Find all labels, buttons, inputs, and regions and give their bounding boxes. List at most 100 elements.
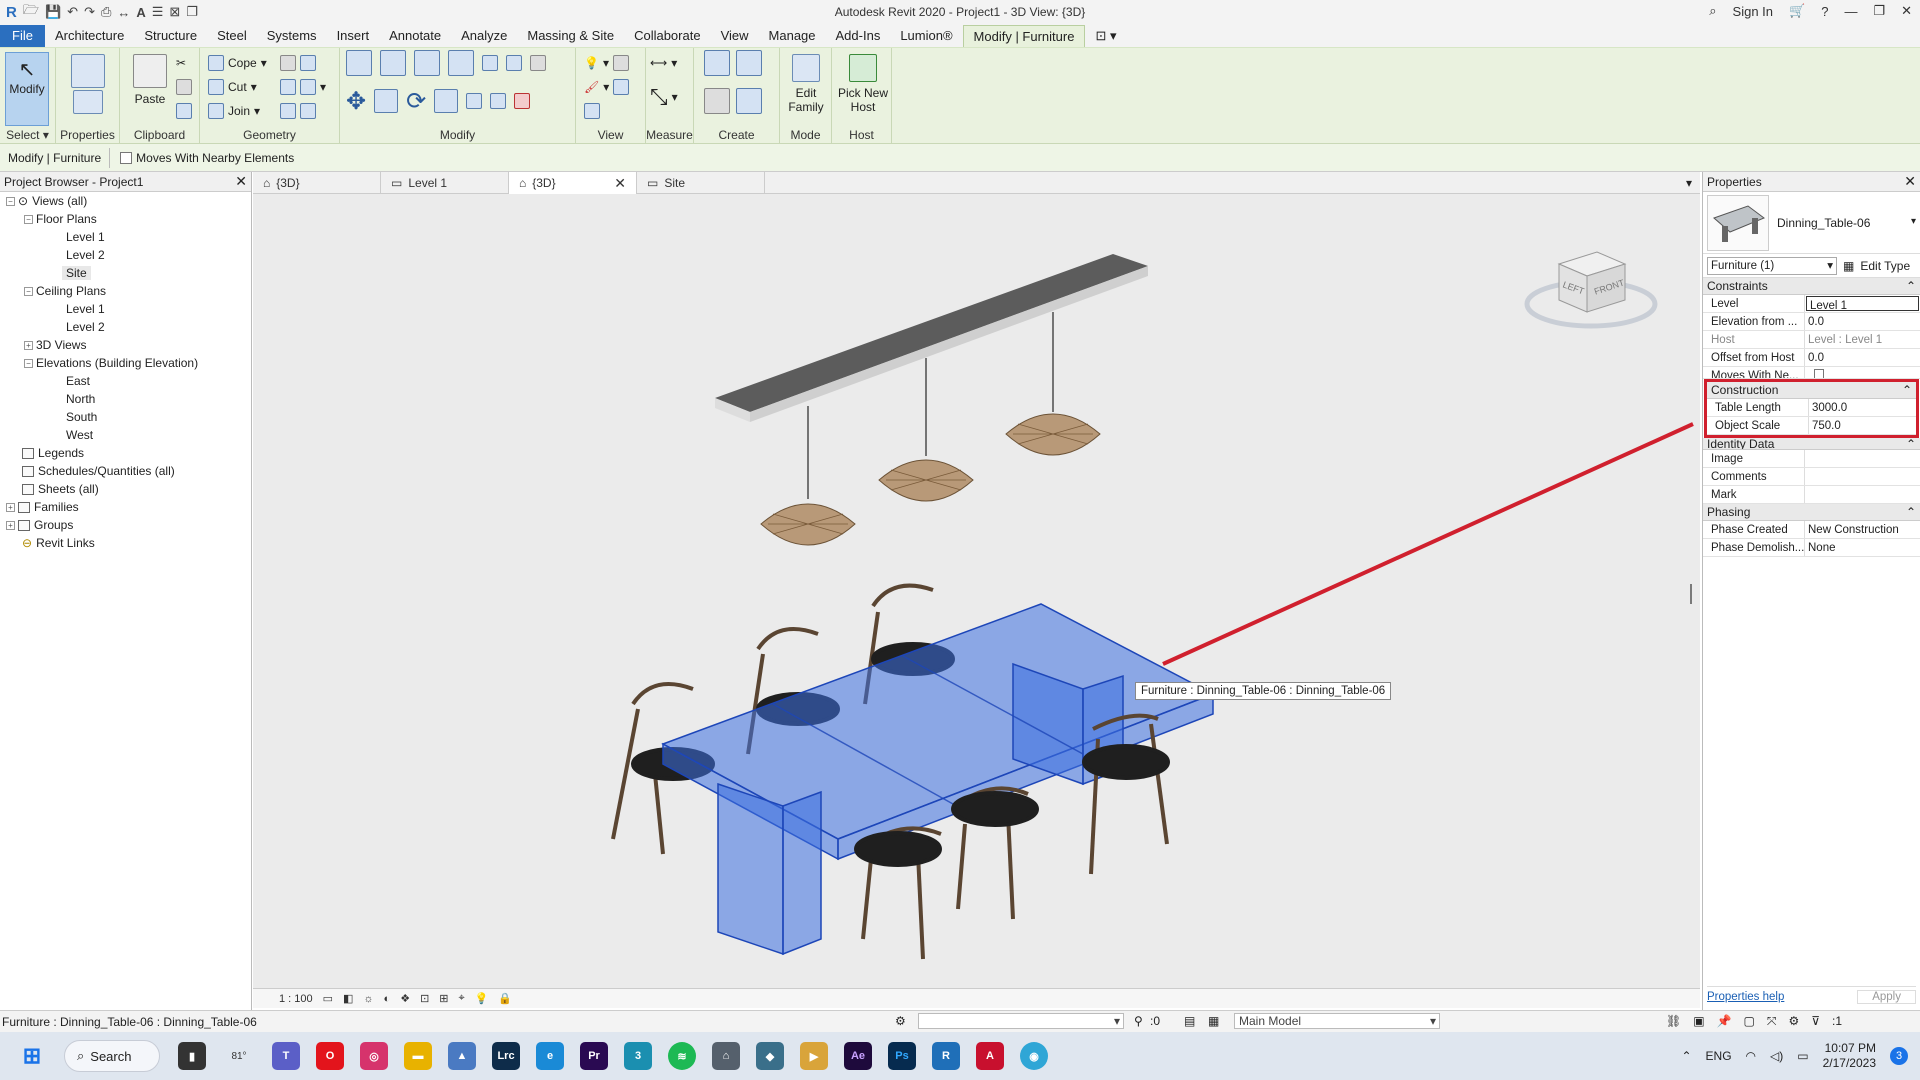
close-tab-icon[interactable]: ✕: [614, 172, 626, 194]
tree-item-north[interactable]: North: [0, 390, 251, 408]
offset-icon[interactable]: [380, 50, 406, 76]
type-selector[interactable]: Dinning_Table-06 ▾: [1703, 192, 1920, 254]
type-properties-icon[interactable]: [73, 90, 103, 114]
select-links-icon[interactable]: ⛓: [1666, 1014, 1681, 1029]
tree-item-schedules[interactable]: Schedules/Quantities (all): [0, 462, 251, 480]
tab-modify-furniture[interactable]: Modify | Furniture: [962, 25, 1086, 47]
select-pinned-icon[interactable]: 📌: [1717, 1014, 1732, 1029]
lock-view-icon[interactable]: 🔒: [498, 992, 512, 1005]
instagram-icon[interactable]: ◎: [360, 1042, 388, 1070]
mirror-draw-icon[interactable]: [448, 50, 474, 76]
prop-row-moves-with[interactable]: Moves With Ne...: [1703, 367, 1920, 379]
chair[interactable]: [854, 826, 942, 960]
type-dropdown-icon[interactable]: ▾: [1911, 216, 1916, 227]
render-icon[interactable]: ❖: [400, 992, 410, 1005]
pick-new-host-button[interactable]: Pick New Host: [838, 52, 888, 128]
prop-row-elevation[interactable]: Elevation from ... 0.0: [1703, 313, 1920, 331]
tree-item-revit-links[interactable]: ⊖ Revit Links: [0, 534, 251, 552]
show-crop-icon[interactable]: ⊞: [439, 992, 448, 1005]
sun-path-icon[interactable]: ☼: [363, 993, 373, 1005]
photos-icon[interactable]: ▲: [448, 1042, 476, 1070]
project-browser-close-icon[interactable]: ✕: [235, 173, 247, 190]
measure-between-button[interactable]: ⟷ ▾: [650, 54, 677, 72]
tab-add-ins[interactable]: Add-Ins: [826, 25, 891, 47]
tree-item-legends[interactable]: Legends: [0, 444, 251, 462]
prop-value[interactable]: 0.0: [1805, 313, 1920, 330]
view-tab-level-1[interactable]: ▭ Level 1: [381, 172, 509, 194]
moves-with-checkbox[interactable]: [120, 151, 133, 164]
volume-icon[interactable]: ◁): [1770, 1049, 1783, 1063]
tree-item-groups[interactable]: + Groups: [0, 516, 251, 534]
copy-large-icon[interactable]: [374, 89, 399, 113]
cart-icon[interactable]: 🛒: [1789, 3, 1805, 19]
cut-clip-button[interactable]: ✂: [176, 54, 186, 72]
create-similar-icon[interactable]: [736, 88, 762, 114]
task-view-icon[interactable]: ▮: [178, 1042, 206, 1070]
collapse-icon[interactable]: −: [24, 359, 33, 369]
photoshop-icon[interactable]: Ps: [888, 1042, 916, 1070]
tree-item-site[interactable]: Site: [0, 264, 251, 282]
align-icon[interactable]: [346, 50, 372, 76]
collapse-icon[interactable]: −: [6, 197, 15, 207]
moves-with-option[interactable]: Moves With Nearby Elements: [110, 151, 294, 165]
editable-only-icon[interactable]: ⚲: [1134, 1014, 1143, 1028]
tree-item-ceiling-level-1[interactable]: Level 1: [0, 300, 251, 318]
help-icon[interactable]: ?: [1821, 4, 1828, 19]
select-underlay-icon[interactable]: ▣: [1693, 1014, 1704, 1029]
undo-icon[interactable]: ↶: [67, 4, 78, 20]
tab-structure[interactable]: Structure: [134, 25, 207, 47]
weather-widget[interactable]: 81°: [222, 1042, 256, 1070]
geometry-tool-3[interactable]: [280, 102, 316, 120]
revit-taskbar-icon[interactable]: R: [932, 1042, 960, 1070]
edit-type-button[interactable]: Edit Type: [1860, 259, 1910, 273]
prop-row-image[interactable]: Image: [1703, 450, 1920, 468]
prop-value[interactable]: [1805, 486, 1920, 503]
tree-item-3d-views[interactable]: +3D Views: [0, 336, 251, 354]
sketchup-icon[interactable]: ◆: [756, 1042, 784, 1070]
prop-row-table-length[interactable]: Table Length 3000.0: [1707, 399, 1916, 417]
exclude-options-icon[interactable]: ▦: [1208, 1014, 1219, 1028]
move-icon[interactable]: ✥: [346, 87, 366, 116]
filter-icon[interactable]: ⊽: [1811, 1014, 1820, 1029]
ceiling-beam[interactable]: [715, 254, 1148, 422]
collapse-icon[interactable]: −: [24, 287, 33, 297]
prop-value-table-length[interactable]: 3000.0: [1809, 399, 1916, 416]
prop-row-phase-created[interactable]: Phase Created New Construction: [1703, 521, 1920, 539]
tab-extra-dropdown[interactable]: ⊡ ▾: [1085, 25, 1126, 47]
battery-icon[interactable]: ▭: [1797, 1049, 1808, 1063]
prop-value[interactable]: [1805, 468, 1920, 485]
pendant-lamp[interactable]: [760, 503, 856, 546]
autocad-icon[interactable]: A: [976, 1042, 1004, 1070]
group-construction[interactable]: Construction ⌃: [1707, 382, 1916, 399]
tree-item-elevations[interactable]: − Elevations (Building Elevation): [0, 354, 251, 372]
binoculars-icon[interactable]: ⌕: [1709, 3, 1716, 19]
wifi-icon[interactable]: ◠: [1746, 1049, 1756, 1063]
background-process-icon[interactable]: ⚙: [1788, 1014, 1799, 1029]
create-group-icon[interactable]: [704, 88, 730, 114]
pin-icon[interactable]: [530, 55, 546, 71]
tray-chevron-icon[interactable]: ⌃: [1681, 1049, 1691, 1063]
notification-badge[interactable]: 3: [1890, 1047, 1908, 1065]
prop-row-offset[interactable]: Offset from Host 0.0: [1703, 349, 1920, 367]
view-tool-1[interactable]: 💡 ▾: [584, 54, 629, 72]
design-option-select[interactable]: Main Model ▾: [1234, 1013, 1440, 1029]
tree-item-floor-level-2[interactable]: Level 2: [0, 246, 251, 264]
workset-select[interactable]: ▾: [918, 1013, 1124, 1029]
tab-manage[interactable]: Manage: [759, 25, 826, 47]
viewcube[interactable]: LEFT FRONT: [1524, 251, 1658, 329]
geometry-tool-2[interactable]: ▾: [280, 78, 326, 96]
tree-item-ceiling-level-2[interactable]: Level 2: [0, 318, 251, 336]
3ds-max-icon[interactable]: 3: [624, 1042, 652, 1070]
temp-hide-icon[interactable]: ⌖: [459, 992, 465, 1005]
panel-label-select[interactable]: Select ▾: [0, 128, 55, 142]
create-parts-icon[interactable]: [736, 50, 762, 76]
shadows-icon[interactable]: ◐: [384, 993, 391, 1005]
tree-item-ceiling-plans[interactable]: − Ceiling Plans: [0, 282, 251, 300]
print-icon[interactable]: ⎙: [101, 4, 111, 20]
group-identity-data[interactable]: Identity Data ⌃: [1703, 438, 1920, 450]
join-button[interactable]: Join ▾: [208, 102, 260, 120]
prop-row-object-scale[interactable]: Object Scale 750.0: [1707, 417, 1916, 435]
prop-row-comments[interactable]: Comments: [1703, 468, 1920, 486]
move-icon-small[interactable]: [482, 55, 498, 71]
collapse-icon[interactable]: −: [24, 215, 33, 225]
